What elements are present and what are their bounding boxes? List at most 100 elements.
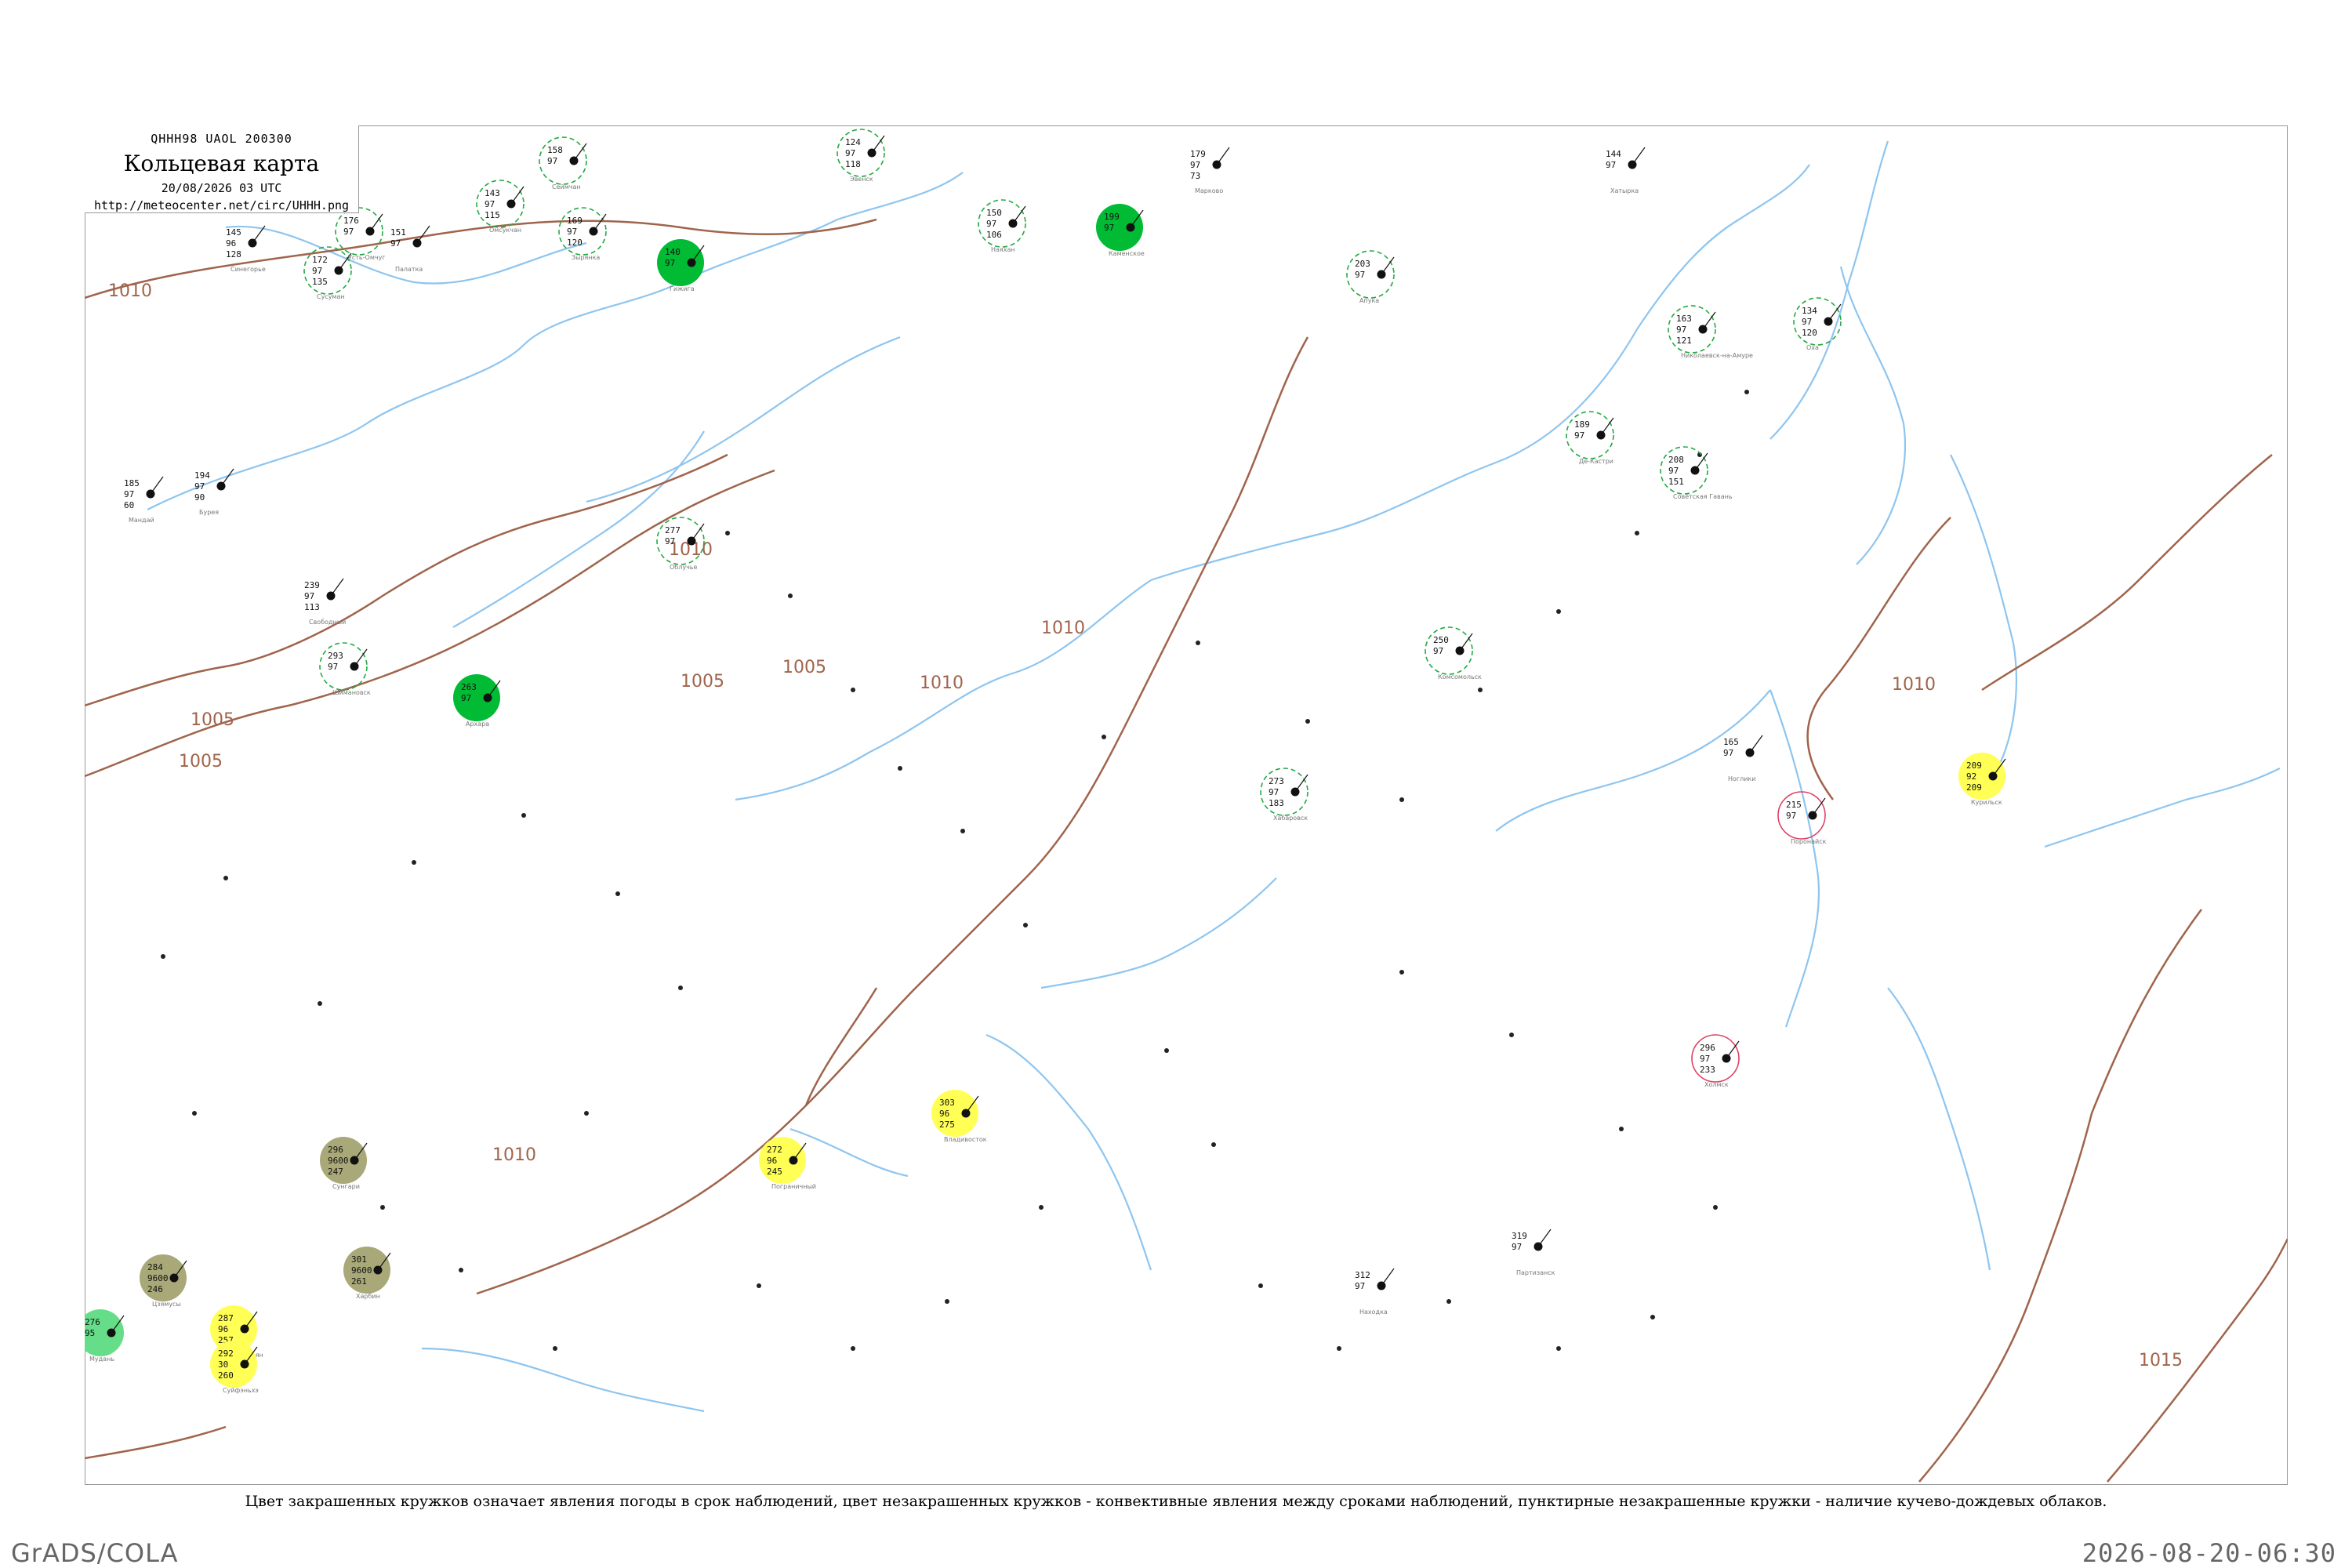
station-name: Партизанск <box>1516 1269 1555 1276</box>
station-value: 106 <box>986 230 1002 240</box>
station-value: 145 <box>226 227 241 238</box>
station-value: 97 <box>665 536 675 546</box>
station-value: 172 <box>312 255 328 265</box>
weather-station: 17297135 Сусуман <box>303 246 352 300</box>
station-name: Бурея <box>199 509 219 516</box>
wind-barb-icon <box>416 225 430 244</box>
station-value: 97 <box>390 238 401 249</box>
station-value: 250 <box>1433 635 1449 645</box>
weather-station: 25097 Комсомольск <box>1425 626 1482 681</box>
weather-station: 13497120 Оха <box>1793 297 1842 351</box>
wind-barb-icon <box>1749 735 1763 753</box>
weather-station: 20992209 Курильск <box>1958 753 2006 806</box>
station-value: 97 <box>1606 160 1616 170</box>
wind-barb-icon <box>691 523 705 542</box>
legend-caption: Цвет закрашенных кружков означает явлени… <box>245 1493 2107 1510</box>
station-value: 209 <box>1966 760 1982 771</box>
weather-station: 16597 Ноглики <box>1723 735 1763 782</box>
map-title-block: QHHH98 UAOL 200300 Кольцевая карта 20/08… <box>85 125 359 213</box>
station-name: Облучье <box>670 564 698 571</box>
weather-station: 20397 Апука <box>1346 250 1395 304</box>
station-value: 97 <box>986 219 996 229</box>
station-name: Сеймчан <box>552 183 581 191</box>
station-value: 97 <box>1574 430 1584 441</box>
station-value: 97 <box>1190 160 1200 170</box>
weather-station: 20897151 Советская Гавань <box>1660 446 1733 500</box>
weather-station: 31997 Партизанск <box>1512 1229 1555 1276</box>
weather-phenomenon-circle <box>1660 446 1708 495</box>
wind-barb-icon <box>1702 311 1716 330</box>
wind-barb-icon <box>1537 1229 1552 1247</box>
weather-station: 26397 Архара <box>453 674 501 728</box>
station-value: 9600 <box>351 1265 372 1276</box>
station-name: Наяхан <box>991 246 1015 253</box>
station-name: Палатка <box>395 266 423 273</box>
station-value: 97 <box>1512 1242 1522 1252</box>
station-name: Суйфэньхэ <box>223 1387 259 1394</box>
station-value: 163 <box>1676 314 1692 324</box>
station-value: 92 <box>1966 771 1976 782</box>
weather-station: 29230260 Суйфэньхэ <box>210 1341 259 1394</box>
station-value: 209 <box>1966 782 1982 793</box>
station-value: 183 <box>1269 798 1284 808</box>
isobar-label: 1005 <box>782 658 826 677</box>
station-value: 293 <box>328 651 343 661</box>
wind-barb-icon <box>510 186 524 205</box>
station-name: Советская Гавань <box>1673 493 1733 500</box>
station-value: 90 <box>194 492 205 503</box>
station-value: 97 <box>567 227 577 237</box>
station-value: 179 <box>1190 149 1206 159</box>
footer-timestamp: 2026-08-20-06:30 <box>2082 1538 2336 1568</box>
station-name: Зырянка <box>572 254 600 261</box>
station-value: 97 <box>1104 223 1114 233</box>
station-value: 97 <box>1700 1054 1710 1064</box>
station-name: Комсомольск <box>1438 673 1482 681</box>
station-value: 247 <box>328 1167 343 1177</box>
station-value: 273 <box>1269 776 1284 786</box>
station-name: Омсукчан <box>489 227 521 234</box>
station-value: 233 <box>1700 1065 1715 1075</box>
weather-phenomenon-circle <box>539 136 587 185</box>
wind-barb-icon <box>573 143 587 162</box>
station-value: 277 <box>665 525 681 535</box>
station-value: 97 <box>547 156 557 166</box>
station-value: 189 <box>1574 419 1590 430</box>
station-value: 263 <box>461 682 477 692</box>
weather-station: 16397121 Николаевск-на-Амуре <box>1668 305 1753 359</box>
station-name: Гижига <box>670 285 695 292</box>
station-name: Эвенск <box>850 176 873 183</box>
station-value: 144 <box>1606 149 1621 159</box>
wind-barb-icon <box>150 476 164 495</box>
station-value: 151 <box>390 227 406 238</box>
station-name: Архара <box>466 720 489 728</box>
synoptic-map: 1010 1005 1005 1005 1010 1010 1005 1010 … <box>85 129 2288 1483</box>
station-value: 199 <box>1104 212 1120 222</box>
map-title: Кольцевая карта <box>123 151 320 176</box>
station-name: Хабаровск <box>1273 815 1308 822</box>
station-name: Свободный <box>309 619 346 626</box>
station-value: 276 <box>85 1317 100 1327</box>
station-value: 96 <box>939 1109 949 1119</box>
station-value: 97 <box>194 481 205 492</box>
station-value: 96 <box>218 1324 228 1334</box>
station-dots <box>161 390 1749 1351</box>
weather-phenomenon-circle <box>476 180 524 228</box>
weather-phenomenon-circle <box>1777 791 1826 840</box>
weather-station: 16997120 Зырянка <box>558 207 607 261</box>
weather-phenomenon-circle <box>978 199 1026 248</box>
weather-station: 2969600247 Сунгари <box>320 1137 368 1190</box>
station-value: 97 <box>485 199 495 209</box>
station-name: Марково <box>1195 187 1223 194</box>
isobars-layer <box>85 218 2288 1483</box>
station-value: 9600 <box>328 1156 349 1166</box>
weather-station: 14497 Хатырка <box>1606 147 1646 194</box>
weather-phenomenon-circle <box>1793 297 1842 346</box>
station-value: 9600 <box>147 1273 169 1283</box>
isobar-label: 1010 <box>1041 619 1085 638</box>
station-value: 97 <box>665 258 675 268</box>
station-value: 296 <box>1700 1043 1715 1053</box>
station-value: 97 <box>1355 270 1365 280</box>
weather-phenomenon-circle <box>453 674 500 721</box>
weather-station: 1799773 Марково <box>1190 147 1230 194</box>
weather-station: 18997 Де-Кастри <box>1566 411 1614 465</box>
